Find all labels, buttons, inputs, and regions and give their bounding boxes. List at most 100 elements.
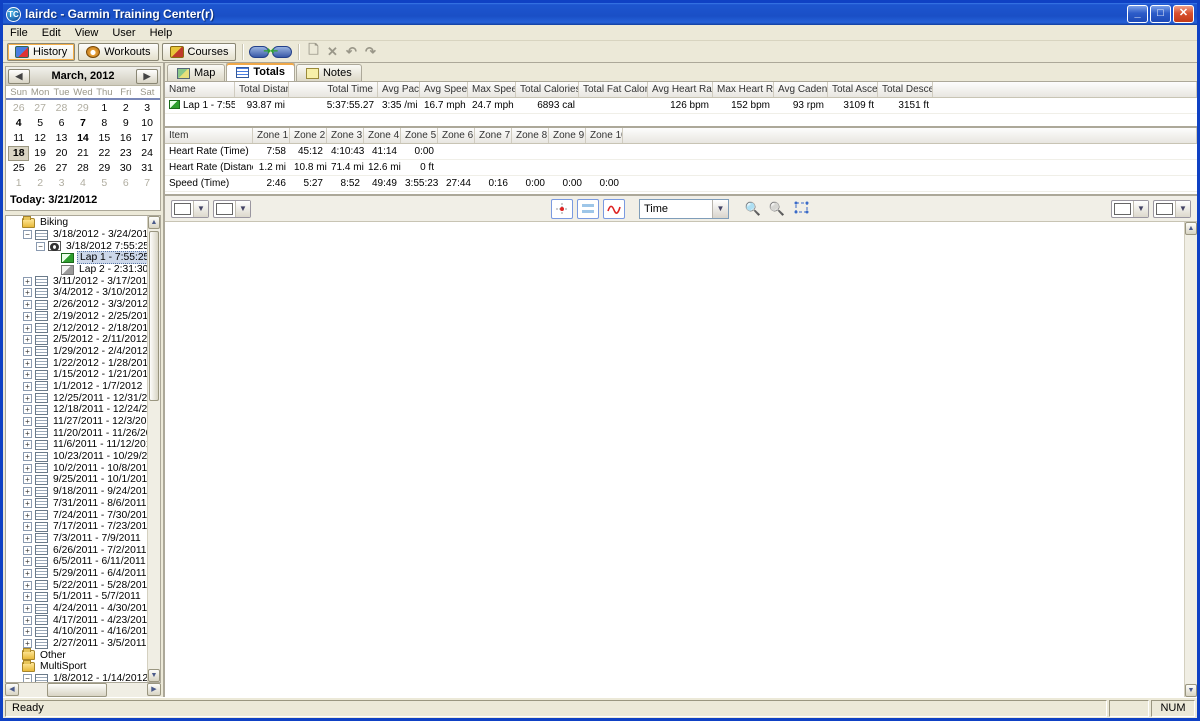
collapse-icon[interactable]: −	[23, 674, 32, 682]
expand-icon[interactable]: +	[23, 429, 32, 438]
column-header[interactable]: Avg Heart Rate	[648, 82, 713, 97]
lap-chart[interactable]	[165, 222, 1184, 697]
expand-icon[interactable]: +	[23, 639, 32, 648]
calendar-day[interactable]: 10	[136, 116, 157, 131]
chevron-down-icon[interactable]: ▼	[1133, 201, 1148, 217]
chevron-down-icon[interactable]: ▼	[1175, 201, 1190, 217]
tree-item[interactable]: +1/15/2012 - 1/21/2012	[6, 369, 147, 381]
hrpct-color-dropdown[interactable]: ▼	[1111, 200, 1149, 218]
menu-view[interactable]: View	[68, 26, 106, 40]
scroll-up-arrow[interactable]: ▲	[148, 216, 160, 229]
calendar-day[interactable]: 14	[72, 131, 93, 146]
scroll-thumb[interactable]	[47, 683, 107, 697]
expand-icon[interactable]: +	[23, 288, 32, 297]
tab-map[interactable]: Map	[167, 64, 225, 81]
column-header[interactable]: Item	[165, 128, 253, 143]
table-row[interactable]: Heart Rate (Distance)1.2 mi10.8 mi71.4 m…	[165, 160, 1197, 176]
expand-icon[interactable]: +	[23, 335, 32, 344]
tree-item[interactable]: +5/29/2011 - 6/4/2011	[6, 568, 147, 580]
expand-icon[interactable]: +	[23, 604, 32, 613]
undo-icon[interactable]: ↶	[343, 44, 359, 60]
calendar-day[interactable]: 25	[8, 161, 29, 176]
calendar-day[interactable]: 26	[29, 161, 50, 176]
calendar-day[interactable]: 21	[72, 146, 93, 161]
scroll-up-arrow[interactable]: ▲	[1185, 222, 1197, 235]
expand-icon[interactable]: +	[23, 312, 32, 321]
calendar-day[interactable]: 7	[72, 116, 93, 131]
calendar-day[interactable]: 11	[8, 131, 29, 146]
calendar-day[interactable]: 1	[8, 176, 29, 191]
chart-vertical-scrollbar[interactable]: ▲ ▼	[1184, 222, 1197, 697]
table-row[interactable]: Speed (Time)2:465:278:5249:493:55:2327:4…	[165, 176, 1197, 192]
courses-button[interactable]: Courses	[162, 43, 237, 61]
calendar-day[interactable]: 13	[51, 131, 72, 146]
scroll-right-arrow[interactable]: ▶	[147, 683, 161, 696]
tree-item[interactable]: +9/18/2011 - 9/24/2011	[6, 486, 147, 498]
collapse-icon[interactable]: −	[36, 242, 45, 251]
title-bar[interactable]: TC lairdc - Garmin Training Center(r) _ …	[3, 3, 1197, 25]
column-header[interactable]: Name	[165, 82, 235, 97]
close-button[interactable]: ✕	[1173, 5, 1194, 23]
tree-item[interactable]: +11/6/2011 - 11/12/2011	[6, 439, 147, 451]
line-graph-toggle-button[interactable]	[603, 199, 625, 219]
tree-item[interactable]: +2/19/2012 - 2/25/2012	[6, 311, 147, 323]
calendar-day[interactable]: 19	[29, 146, 50, 161]
calendar-day[interactable]: 2	[115, 101, 136, 116]
pace-color-dropdown[interactable]: ▼	[213, 200, 251, 218]
zone-bands-toggle-button[interactable]	[577, 199, 599, 219]
delete-icon[interactable]: ✕	[324, 44, 340, 60]
tree-item[interactable]: +12/25/2011 - 12/31/2011	[6, 392, 147, 404]
scroll-left-arrow[interactable]: ◀	[5, 683, 19, 696]
column-header[interactable]: Total Ascent	[828, 82, 878, 97]
calendar-day[interactable]: 29	[94, 161, 115, 176]
calendar-day[interactable]: 18	[8, 146, 29, 161]
calendar-day[interactable]: 4	[72, 176, 93, 191]
expand-icon[interactable]: +	[23, 277, 32, 286]
expand-icon[interactable]: +	[23, 534, 32, 543]
expand-icon[interactable]: +	[23, 347, 32, 356]
column-header[interactable]: Total Distance	[235, 82, 289, 97]
calendar-day[interactable]: 12	[29, 131, 50, 146]
calendar-day[interactable]: 20	[51, 146, 72, 161]
calendar-day[interactable]: 5	[29, 116, 50, 131]
redo-icon[interactable]: ↷	[362, 44, 378, 60]
tree-item[interactable]: +1/29/2012 - 2/4/2012	[6, 346, 147, 358]
chevron-down-icon[interactable]: ▼	[193, 201, 208, 217]
tree-item[interactable]: Lap 2 - 2:31:30 PM	[6, 264, 147, 276]
tree-item[interactable]: +9/25/2011 - 10/1/2011	[6, 474, 147, 486]
tree-item[interactable]: +1/22/2012 - 1/28/2012	[6, 357, 147, 369]
tree-item[interactable]: +7/31/2011 - 8/6/2011	[6, 498, 147, 510]
crosshair-toggle-button[interactable]	[551, 199, 573, 219]
calendar-day[interactable]: 6	[115, 176, 136, 191]
calendar-day[interactable]: 23	[115, 146, 136, 161]
expand-icon[interactable]: +	[23, 569, 32, 578]
tree-item[interactable]: +4/24/2011 - 4/30/2011	[6, 603, 147, 615]
calendar-day[interactable]: 17	[136, 131, 157, 146]
calendar-day[interactable]: 28	[51, 101, 72, 116]
calendar-day[interactable]: 26	[8, 101, 29, 116]
calendar-day[interactable]: 31	[136, 161, 157, 176]
tree-item[interactable]: +4/17/2011 - 4/23/2011	[6, 614, 147, 626]
tree-item[interactable]: −3/18/2012 7:55:25 AM	[6, 240, 147, 252]
tree-item[interactable]: +1/1/2012 - 1/7/2012	[6, 381, 147, 393]
calendar-day[interactable]: 8	[94, 116, 115, 131]
calendar-day[interactable]: 2	[29, 176, 50, 191]
calendar-day[interactable]: 27	[29, 101, 50, 116]
expand-icon[interactable]: +	[23, 522, 32, 531]
table-row[interactable]: Lap 1 - 7:55…93.87 mi5:37:55.273:35 /mi1…	[165, 98, 1197, 114]
calendar-day[interactable]: 15	[94, 131, 115, 146]
column-header[interactable]: Zone 8	[512, 128, 549, 143]
tree-item[interactable]: +11/20/2011 - 11/26/2011	[6, 427, 147, 439]
expand-icon[interactable]: +	[23, 511, 32, 520]
calendar-day[interactable]: 4	[8, 116, 29, 131]
copy-icon[interactable]: 🗋	[305, 41, 321, 63]
menu-help[interactable]: Help	[143, 26, 180, 40]
expand-icon[interactable]: +	[23, 592, 32, 601]
calendar-day[interactable]: 3	[136, 101, 157, 116]
calendar-day[interactable]: 27	[51, 161, 72, 176]
calendar-day[interactable]: 30	[115, 161, 136, 176]
column-header[interactable]: Zone 9	[549, 128, 586, 143]
column-header[interactable]: Avg Pace	[378, 82, 420, 97]
zoom-fit-button[interactable]	[791, 201, 811, 217]
tree-item[interactable]: +10/23/2011 - 10/29/2011	[6, 451, 147, 463]
